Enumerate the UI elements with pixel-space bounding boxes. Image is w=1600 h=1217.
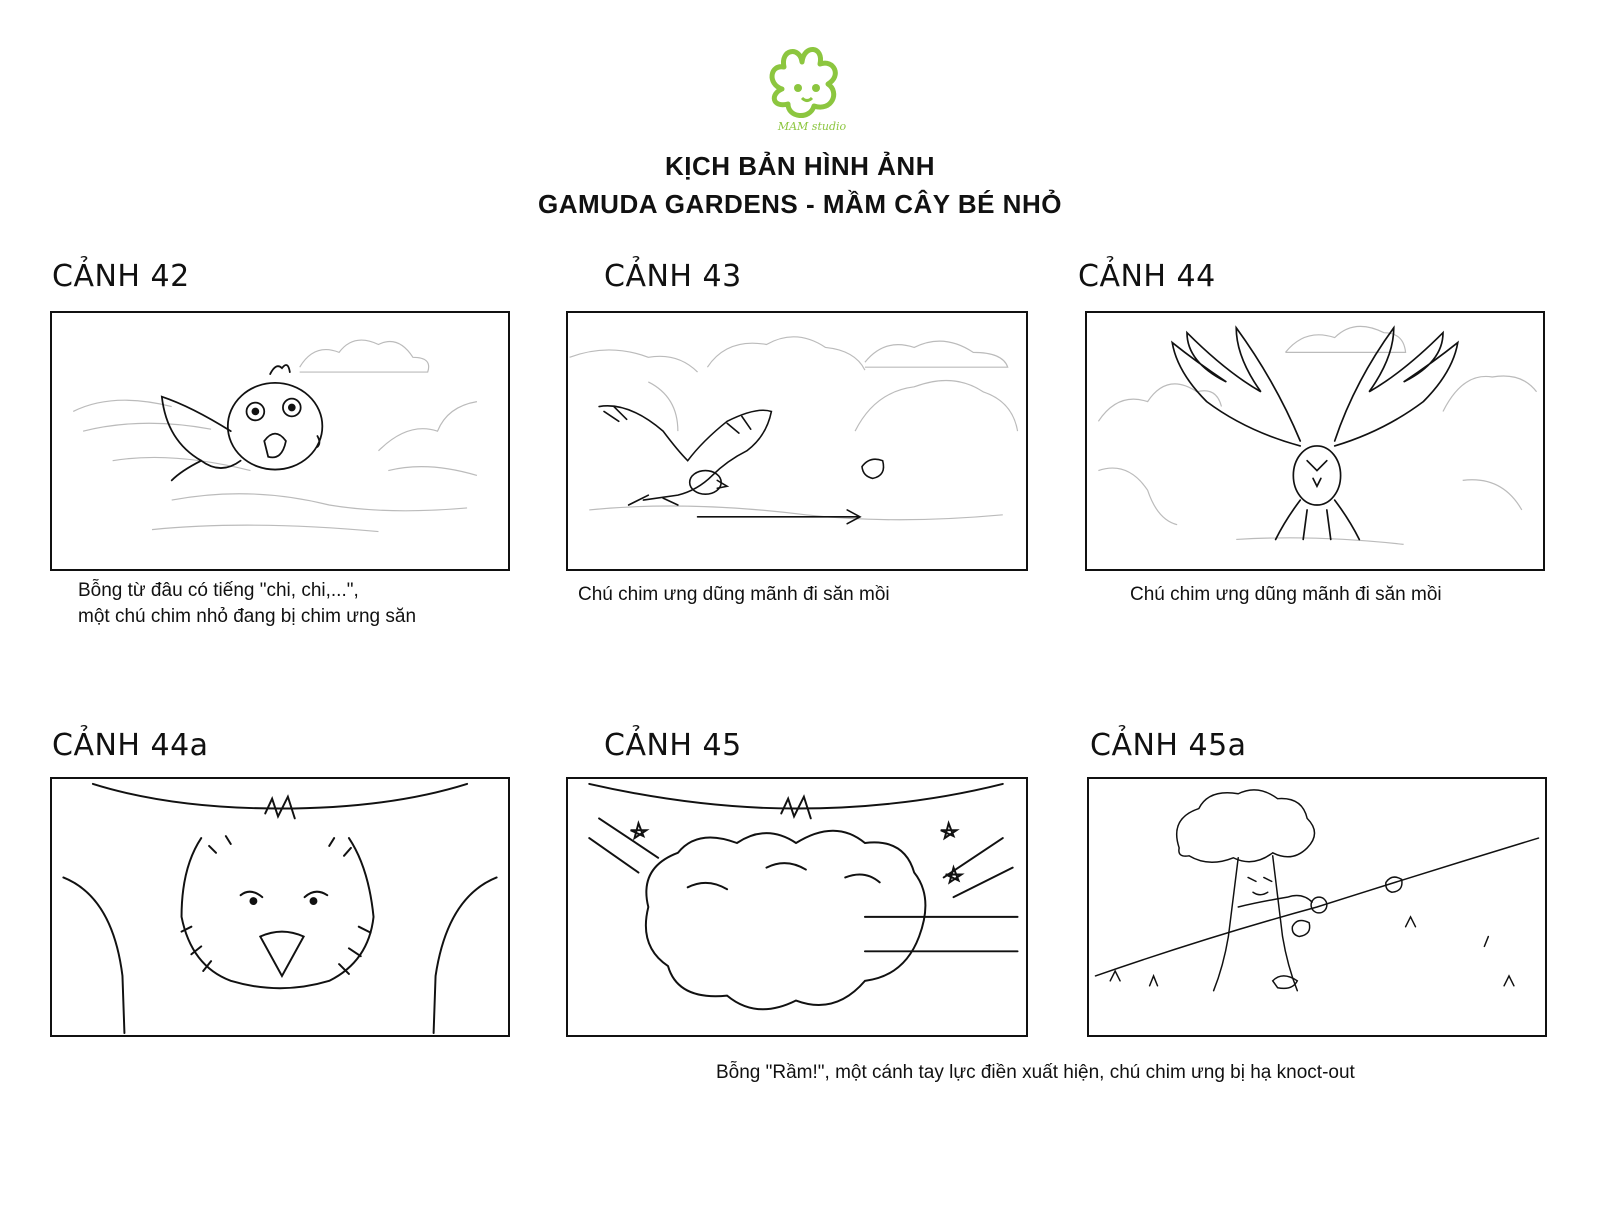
scene-43-frame [566, 311, 1028, 571]
scene-43-caption: Chú chim ưng dũng mãnh đi săn mồi [578, 584, 890, 605]
scene-43-label: CẢNH 43 [604, 259, 742, 294]
scene-44-frame [1085, 311, 1545, 571]
scene-45a-label: CẢNH 45a [1090, 728, 1247, 763]
scene-42-caption-line2: một chú chim nhỏ đang bị chim ưng săn [78, 606, 417, 627]
scene-42-caption-line1: Bỗng từ đâu có tiếng "chi, chi,...", [78, 580, 359, 601]
studio-logo-text: MAM studio [777, 120, 847, 133]
scene-42-frame [50, 311, 510, 571]
scene-45a-frame [1087, 777, 1547, 1037]
scene-44a-frame [50, 777, 510, 1037]
scene-45-label: CẢNH 45 [604, 728, 742, 763]
scene-42-label: CẢNH 42 [52, 259, 190, 294]
scene-45-frame [566, 777, 1028, 1037]
document-title: KỊCH BẢN HÌNH ẢNH [665, 151, 935, 181]
scene-44-caption: Chú chim ưng dũng mãnh đi săn mồi [1130, 584, 1442, 605]
scene-44a-label: CẢNH 44a [52, 728, 209, 763]
scene-44-label: CẢNH 44 [1078, 259, 1216, 294]
document-subtitle: GAMUDA GARDENS - MẦM CÂY BÉ NHỎ [538, 189, 1062, 219]
bottom-caption: Bỗng "Rầm!", một cánh tay lực điền xuất … [716, 1062, 1355, 1083]
